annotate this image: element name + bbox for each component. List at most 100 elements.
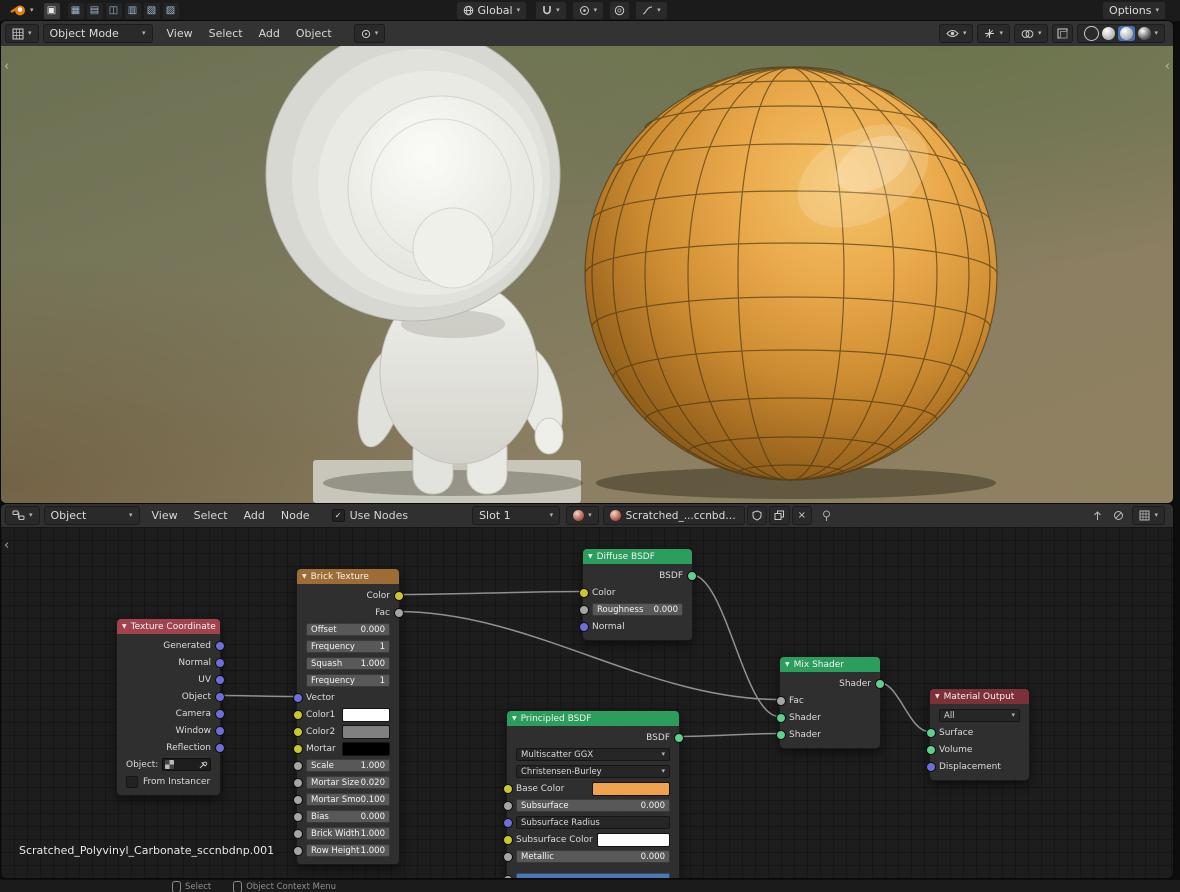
socket-base-color-input[interactable] bbox=[503, 784, 513, 794]
socket-color-input[interactable] bbox=[579, 588, 589, 598]
socket-bias-input[interactable] bbox=[293, 812, 303, 822]
socket-roughness-input[interactable] bbox=[579, 605, 589, 615]
collapse-icon[interactable]: ▼ bbox=[122, 623, 127, 630]
sphere-model[interactable] bbox=[585, 67, 997, 480]
use-nodes-checkbox[interactable]: ✓ bbox=[332, 509, 345, 522]
socket-camera-output[interactable] bbox=[215, 709, 225, 719]
object-field[interactable] bbox=[162, 758, 211, 771]
socket-vector-input[interactable] bbox=[293, 693, 303, 703]
workspace-tab-icon[interactable]: ▥ bbox=[125, 3, 141, 19]
socket-shader2-input[interactable] bbox=[776, 730, 786, 740]
color2-swatch[interactable] bbox=[342, 725, 390, 739]
socket-row-height-input[interactable] bbox=[293, 846, 303, 856]
menu-object[interactable]: Object bbox=[288, 21, 340, 46]
shader-type-dropdown[interactable]: Object ▾ bbox=[44, 506, 140, 525]
socket-specular-input[interactable] bbox=[503, 875, 513, 879]
collapse-icon[interactable]: ▼ bbox=[785, 661, 790, 668]
socket-fac-output[interactable] bbox=[394, 608, 404, 618]
specular-slider[interactable] bbox=[516, 873, 670, 878]
socket-displacement-input[interactable] bbox=[926, 762, 936, 772]
socket-shader-output[interactable] bbox=[875, 679, 885, 689]
viewport-canvas[interactable]: ‹ ‹ bbox=[1, 46, 1173, 503]
from-instancer-checkbox[interactable] bbox=[126, 776, 138, 788]
socket-subsurface-input[interactable] bbox=[503, 801, 513, 811]
squash-slider[interactable]: Squash 1.000 bbox=[306, 657, 390, 670]
mix-shader-header[interactable]: ▼ Mix Shader bbox=[780, 657, 880, 672]
socket-normal-output[interactable] bbox=[215, 658, 225, 668]
node-snapping-toggle[interactable] bbox=[1113, 510, 1124, 521]
falloff-dropdown[interactable]: ▾ bbox=[635, 1, 668, 20]
mortar-size-slider[interactable]: Mortar Size 0.020 bbox=[306, 776, 390, 789]
subsurface-method-dropdown[interactable]: Christensen-Burley ▾ bbox=[516, 765, 670, 778]
subsurface-color-swatch[interactable] bbox=[597, 833, 670, 847]
socket-volume-input[interactable] bbox=[926, 745, 936, 755]
socket-surface-input[interactable] bbox=[926, 728, 936, 738]
parent-node-tree-button[interactable] bbox=[1092, 510, 1103, 521]
menu-view[interactable]: View bbox=[144, 504, 186, 527]
mortar-smooth-slider[interactable]: Mortar Smo 0.100 bbox=[306, 793, 390, 806]
region-expand-arrow-right[interactable]: ‹ bbox=[1165, 60, 1170, 73]
socket-window-output[interactable] bbox=[215, 726, 225, 736]
node-snap-grid-dropdown[interactable]: ▾ bbox=[1132, 506, 1165, 525]
workspace-tab-icon[interactable]: ▦ bbox=[68, 3, 84, 19]
region-expand-arrow-left[interactable]: ‹ bbox=[4, 539, 9, 552]
node-principled-bsdf[interactable]: ▼ Principled BSDF BSDF Multiscatter GGX … bbox=[506, 710, 680, 878]
shading-rendered-button[interactable] bbox=[1138, 27, 1151, 40]
node-editor-canvas[interactable]: ‹ ▼ Texture Coordinate bbox=[1, 527, 1173, 878]
shading-wireframe-button[interactable] bbox=[1084, 26, 1099, 41]
node-mix-shader[interactable]: ▼ Mix Shader Shader Fac Shader bbox=[779, 656, 881, 749]
snap-target-dropdown[interactable]: ▾ bbox=[572, 1, 605, 20]
workspace-tab-icon[interactable]: ▧ bbox=[144, 3, 160, 19]
socket-subsurface-radius-input[interactable] bbox=[503, 818, 513, 828]
proportional-editing-toggle[interactable] bbox=[609, 1, 630, 20]
socket-fac-input[interactable] bbox=[776, 696, 786, 706]
socket-color1-input[interactable] bbox=[293, 710, 303, 720]
collapse-icon[interactable]: ▼ bbox=[512, 715, 517, 722]
socket-mortar-smooth-input[interactable] bbox=[293, 795, 303, 805]
mortar-swatch[interactable] bbox=[342, 742, 390, 756]
socket-brick-width-input[interactable] bbox=[293, 829, 303, 839]
material-output-header[interactable]: ▼ Material Output bbox=[930, 689, 1029, 704]
new-material-button[interactable] bbox=[769, 506, 790, 525]
menu-node[interactable]: Node bbox=[273, 504, 318, 527]
eyedropper-icon[interactable] bbox=[199, 760, 208, 769]
object-visibility-dropdown[interactable]: ▾ bbox=[939, 24, 974, 43]
xray-toggle[interactable] bbox=[1052, 24, 1073, 43]
slot-dropdown[interactable]: Slot 1 ▾ bbox=[472, 506, 560, 525]
options-dropdown[interactable]: Options ▾ bbox=[1102, 1, 1166, 20]
viewport-editor-type-button[interactable]: ▾ bbox=[5, 24, 39, 43]
node-brick-texture[interactable]: ▼ Brick Texture Color Fac Offset bbox=[296, 568, 400, 865]
frequency-slider[interactable]: Frequency 1 bbox=[306, 640, 390, 653]
transform-orientation-dropdown[interactable]: Global ▾ bbox=[456, 1, 528, 20]
distribution-dropdown[interactable]: Multiscatter GGX ▾ bbox=[516, 748, 670, 761]
app-menu-button[interactable]: ▾ bbox=[4, 2, 40, 19]
socket-generated-output[interactable] bbox=[215, 641, 225, 651]
material-name-field[interactable]: Scratched_...ccnbdnp.001 bbox=[603, 506, 745, 525]
subsurface-slider[interactable]: Subsurface 0.000 bbox=[516, 799, 670, 812]
socket-color-output[interactable] bbox=[394, 591, 404, 601]
collapse-icon[interactable]: ▼ bbox=[588, 553, 593, 560]
socket-shader1-input[interactable] bbox=[776, 713, 786, 723]
socket-subsurface-color-input[interactable] bbox=[503, 835, 513, 845]
bias-slider[interactable]: Bias 0.000 bbox=[306, 810, 390, 823]
overlays-dropdown[interactable]: ▾ bbox=[1014, 24, 1049, 43]
snap-toggle-dropdown[interactable]: ▾ bbox=[535, 1, 567, 20]
socket-bsdf-output[interactable] bbox=[687, 571, 697, 581]
menu-add[interactable]: Add bbox=[236, 504, 273, 527]
socket-bsdf-output[interactable] bbox=[674, 733, 684, 743]
collapse-icon[interactable]: ▼ bbox=[302, 573, 307, 580]
socket-mortar-size-input[interactable] bbox=[293, 778, 303, 788]
shading-material-button[interactable] bbox=[1120, 27, 1133, 40]
pin-button[interactable] bbox=[822, 510, 831, 522]
browse-material-dropdown[interactable]: ▾ bbox=[566, 506, 599, 525]
row-height-slider[interactable]: Row Height 1.000 bbox=[306, 844, 390, 857]
unlink-material-button[interactable]: × bbox=[792, 506, 812, 525]
character-model[interactable] bbox=[266, 46, 571, 494]
menu-select[interactable]: Select bbox=[201, 21, 251, 46]
brick-width-slider[interactable]: Brick Width 1.000 bbox=[306, 827, 390, 840]
socket-mortar-input[interactable] bbox=[293, 744, 303, 754]
metallic-slider[interactable]: Metallic 0.000 bbox=[516, 850, 670, 863]
use-nodes-toggle[interactable]: ✓ Use Nodes bbox=[332, 509, 409, 522]
socket-scale-input[interactable] bbox=[293, 761, 303, 771]
roughness-slider[interactable]: Roughness 0.000 bbox=[592, 603, 683, 616]
